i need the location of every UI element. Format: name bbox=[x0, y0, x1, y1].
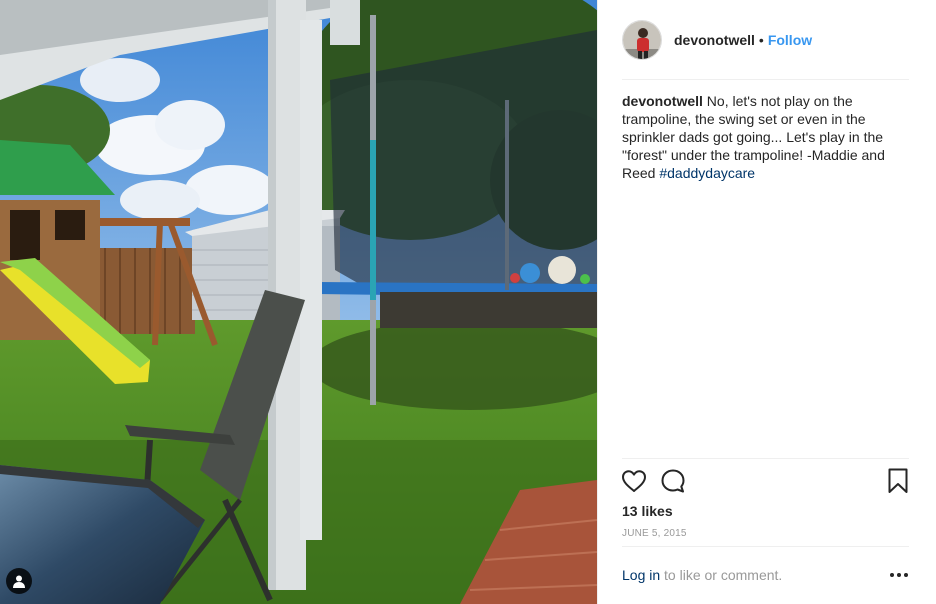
login-link[interactable]: Log in bbox=[622, 567, 660, 583]
post-actions bbox=[620, 467, 912, 497]
post-author-username[interactable]: devonotwell bbox=[674, 32, 755, 48]
comment-bubble-icon bbox=[661, 469, 685, 493]
avatar-image bbox=[623, 21, 661, 59]
more-options-button[interactable] bbox=[888, 566, 910, 584]
header-separator-dot: • bbox=[758, 32, 764, 48]
post-caption: devonotwell No, let's not play on the tr… bbox=[622, 92, 912, 182]
heart-icon bbox=[622, 470, 646, 492]
login-prompt-text: to like or comment. bbox=[660, 567, 783, 583]
avatar[interactable] bbox=[622, 20, 662, 60]
more-options-icon bbox=[890, 573, 908, 577]
bookmark-icon bbox=[888, 468, 908, 493]
post-photo[interactable] bbox=[0, 0, 597, 604]
tagged-users-button[interactable] bbox=[6, 568, 32, 594]
header-divider bbox=[622, 79, 909, 80]
caption-hashtag[interactable]: #daddydaycare bbox=[659, 165, 755, 181]
actions-divider bbox=[622, 458, 909, 459]
login-prompt: Log in to like or comment. bbox=[622, 567, 912, 583]
footer-divider bbox=[622, 546, 909, 547]
user-tag-icon bbox=[13, 575, 25, 588]
caption-username[interactable]: devonotwell bbox=[622, 93, 703, 109]
comment-button[interactable] bbox=[659, 467, 687, 495]
follow-button[interactable]: Follow bbox=[768, 32, 812, 48]
post-side-panel: devonotwell • Follow devonotwell No, let… bbox=[597, 0, 936, 604]
save-button[interactable] bbox=[884, 467, 912, 495]
like-button[interactable] bbox=[620, 467, 648, 495]
backyard-photo bbox=[0, 0, 597, 604]
likes-count[interactable]: 13 likes bbox=[622, 503, 673, 519]
post-date[interactable]: JUNE 5, 2015 bbox=[622, 528, 687, 539]
post-header: devonotwell • Follow bbox=[598, 0, 936, 80]
